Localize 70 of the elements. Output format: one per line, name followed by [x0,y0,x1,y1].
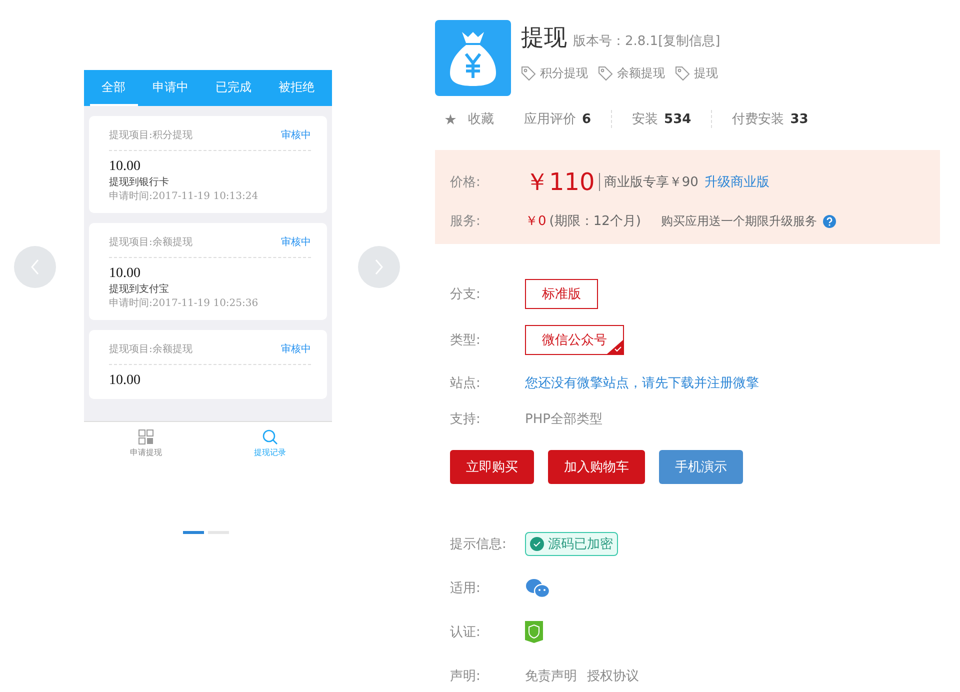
filter-tab[interactable]: 申请中 [140,70,200,106]
upgrade-link[interactable]: 升级商业版 [704,173,770,191]
encrypted-badge: 源码已加密 [525,532,618,556]
help-icon[interactable] [822,214,836,228]
record-item: 提现项目:余额提现 [109,342,192,356]
previous-button[interactable] [14,246,56,288]
support-label: 支持: [450,411,482,428]
info-label: 声明: [450,668,482,685]
favorite-link[interactable]: 收藏 [468,110,494,128]
site-label: 站点: [450,375,482,392]
chevron-right-icon [374,259,384,275]
price-value: ￥110 [525,167,595,198]
business-price: 商业版专享￥90 [598,173,698,191]
filter-tab[interactable]: 已完成 [204,70,264,106]
service-label: 服务: [450,213,482,230]
chat-bubbles-icon [525,578,550,598]
record-status: 审核中 [281,342,311,356]
record-item: 提现项目:余额提现 [109,236,192,249]
info-label: 适用: [450,580,482,597]
record-status: 审核中 [281,236,311,249]
record-amount: 10.00 [109,159,142,175]
chevron-left-icon [30,259,40,275]
record-method: 提现到银行卡 [109,176,170,189]
option-choice[interactable]: 微信公众号 [525,325,624,355]
grid-icon [138,429,154,445]
nav-item[interactable]: 提现记录 [208,422,332,465]
option-choice[interactable]: 标准版 [525,279,598,309]
service-price: ￥0 [525,213,546,230]
record-amount: 10.00 [109,373,142,389]
action-button[interactable]: 手机演示 [659,450,743,484]
filter-tab[interactable]: 全部 [90,70,138,106]
doc-link[interactable]: 免责声明 [525,667,577,685]
service-term: (期限：12个月) [549,213,641,230]
record-method: 提现到支付宝 [109,282,170,296]
money-bag-icon [435,20,511,96]
register-link[interactable]: 您还没有微擎站点，请先下载并注册微擎 [525,374,759,392]
info-label: 认证: [450,624,482,641]
check-corner-icon [607,340,623,354]
service-note: 购买应用送一个期限升级服务 [660,212,817,230]
doc-link[interactable]: 授权协议 [587,667,639,685]
record-status: 审核中 [281,128,311,142]
record-amount: 10.00 [109,266,142,282]
action-button[interactable]: 立即购买 [450,450,534,484]
stat-item: 安装 534 [611,110,712,128]
support-value: PHP全部类型 [525,411,602,428]
version-text: 版本号：2.8.1[复制信息] [573,33,720,50]
tag-icon [598,66,613,81]
tag-icon [675,66,690,81]
record-time: 申请时间:2017-11-19 10:13:24 [109,190,260,203]
tag-label[interactable]: 提现 [694,65,718,82]
filter-tab[interactable]: 被拒绝 [266,70,326,106]
tag-label[interactable]: 积分提现 [540,65,588,82]
option-label: 类型: [450,332,482,349]
star-icon[interactable] [445,114,456,124]
app-title: 提现 [521,24,567,53]
check-icon [530,537,544,551]
next-button[interactable] [358,246,400,288]
nav-item[interactable]: 申请提现 [84,422,208,465]
action-button[interactable]: 加入购物车 [548,450,645,484]
shield-icon [525,621,543,643]
search-icon [262,429,278,445]
tag-icon [521,66,536,81]
info-label: 提示信息: [450,536,508,553]
option-label: 分支: [450,286,482,303]
price-label: 价格: [450,174,482,191]
tag-label[interactable]: 余额提现 [617,65,665,82]
stat-item: 付费安装 33 [711,110,828,128]
stat-item: 应用评价 6 [524,111,592,128]
record-item: 提现项目:积分提现 [109,129,192,142]
record-time: 申请时间:2017-11-19 10:25:36 [109,296,260,310]
